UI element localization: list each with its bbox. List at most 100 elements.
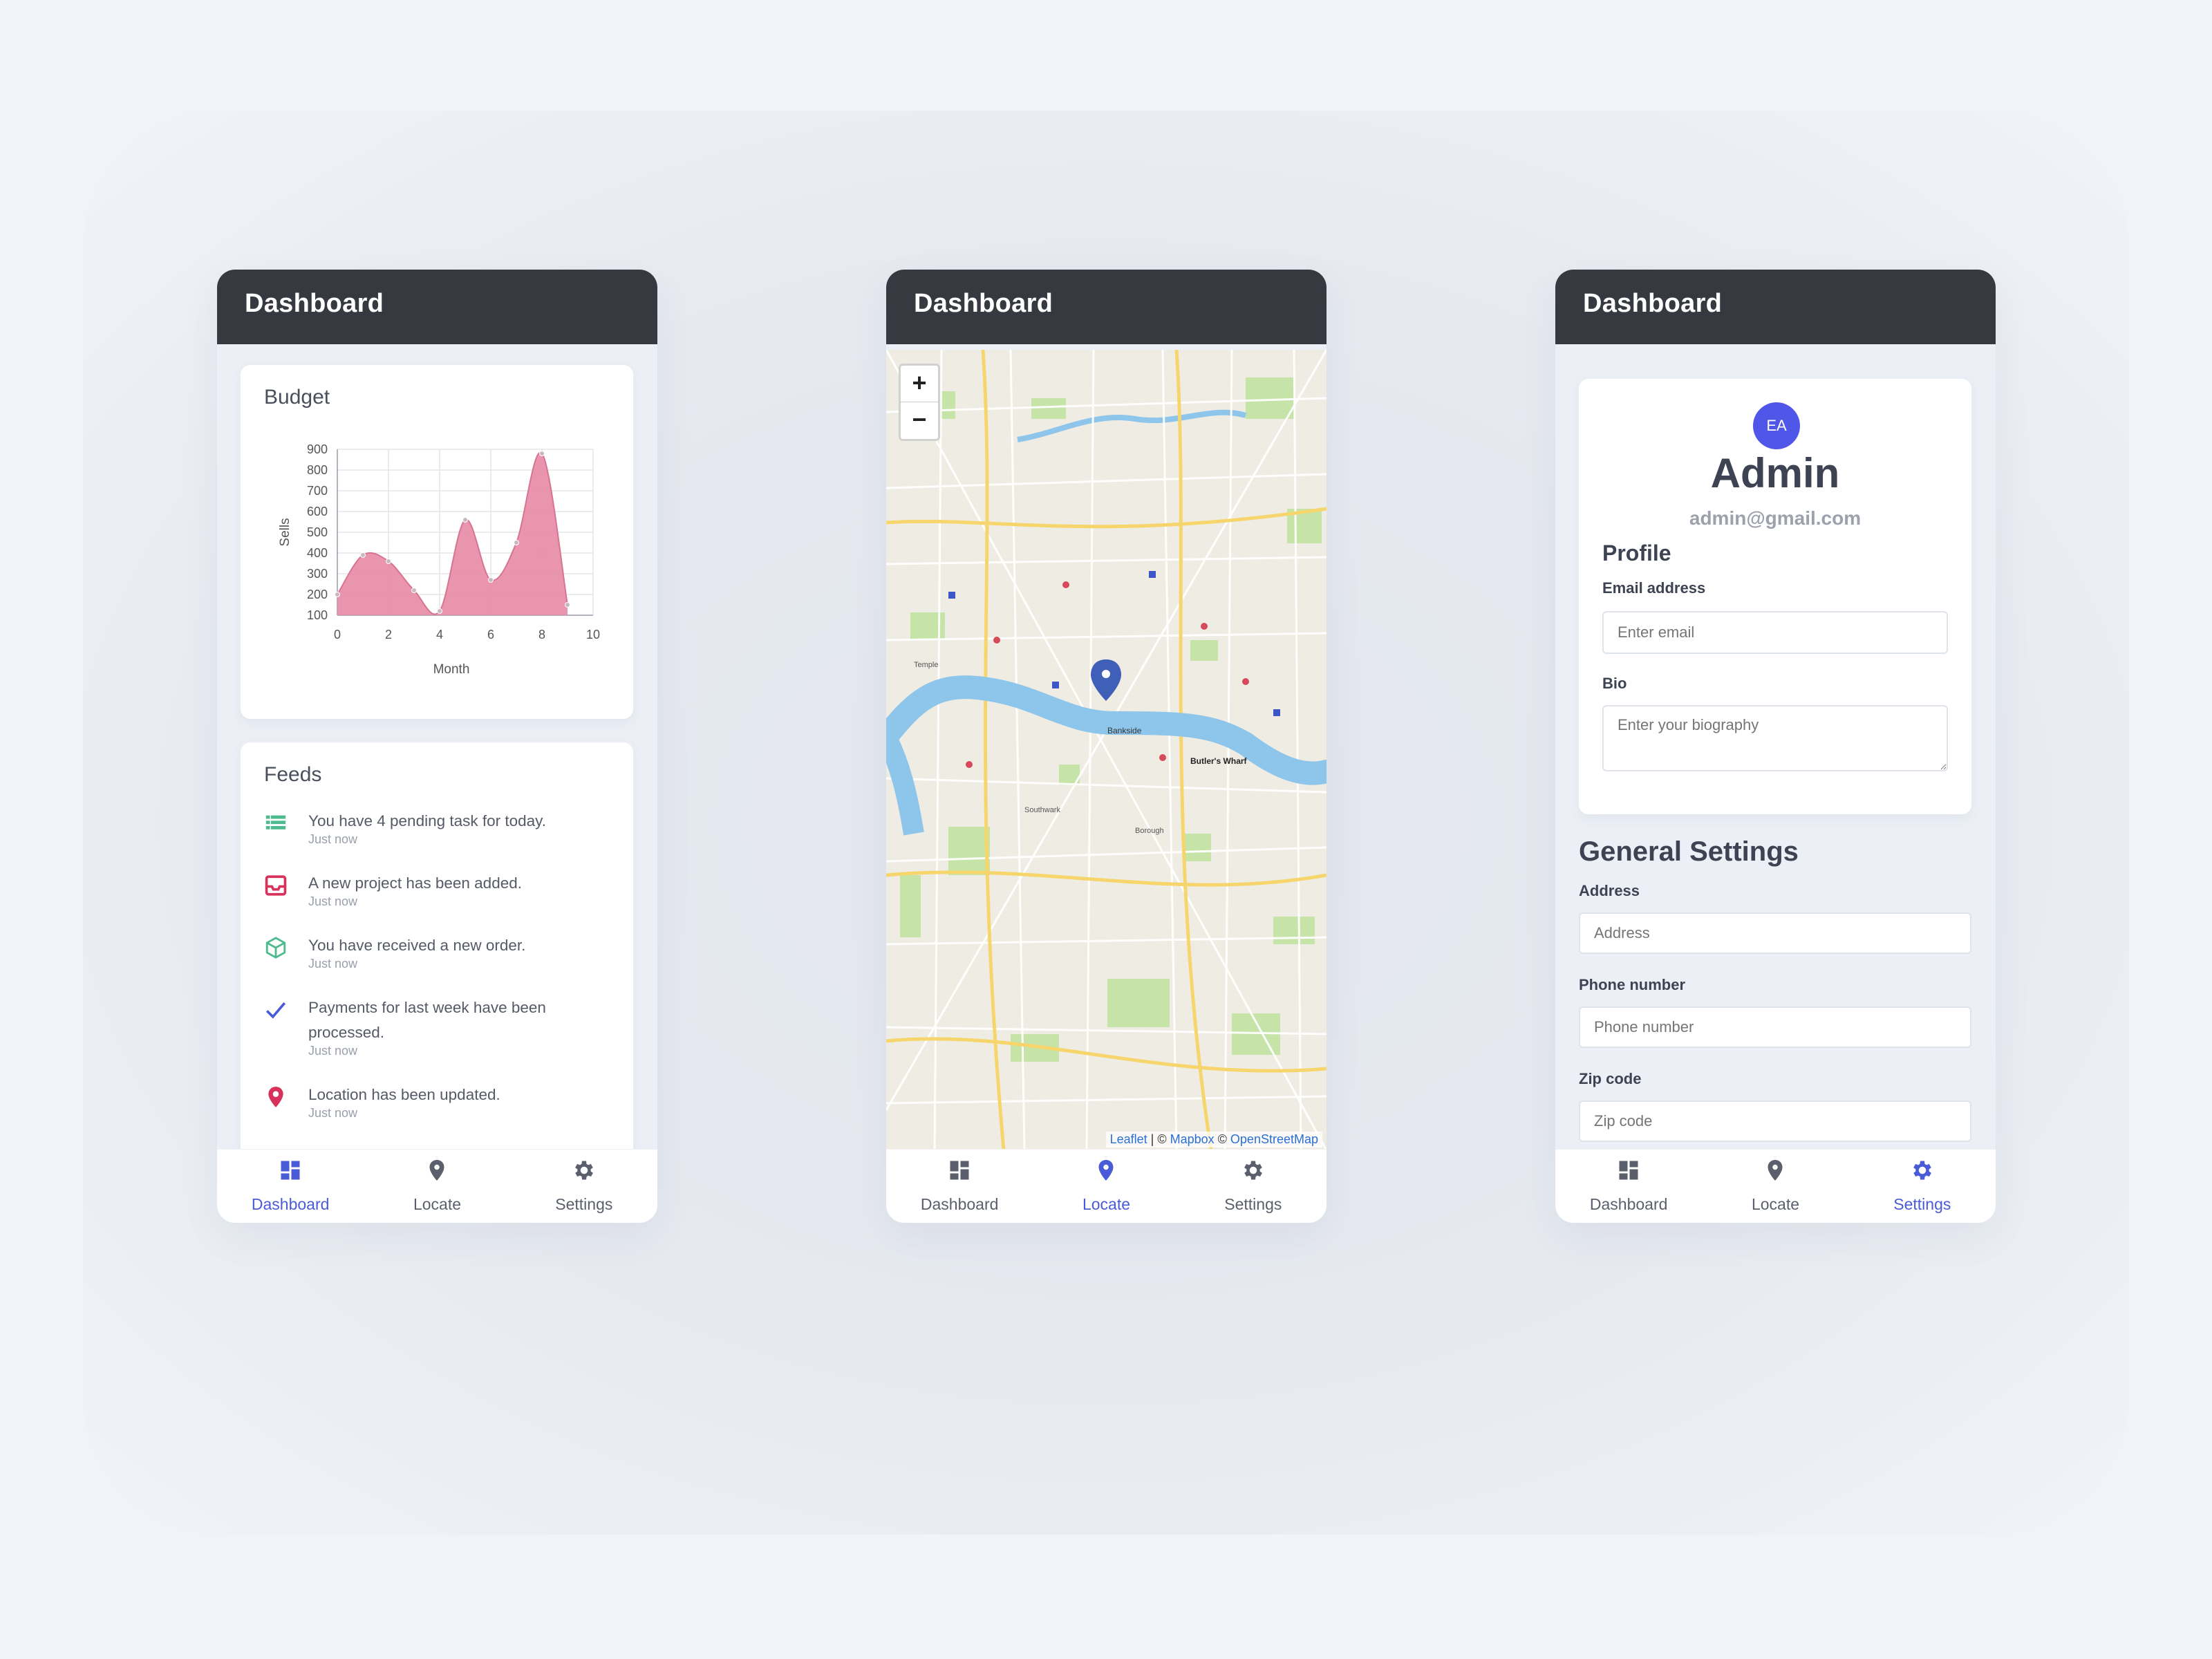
mapbox-link[interactable]: Mapbox (1170, 1132, 1215, 1146)
x-tick-label: 0 (334, 628, 341, 641)
feed-time: Just now (308, 832, 358, 846)
map-label: Southwark (1024, 806, 1060, 814)
feeds-title: Feeds (264, 763, 322, 786)
location-pin-icon (268, 1087, 283, 1107)
map-view[interactable]: + − Leaflet | © Mapbox © OpenStreetMap B… (886, 350, 1327, 1150)
bottom-navigation: Dashboard Locate Settings (1555, 1149, 1996, 1223)
dashboard-icon (1619, 1161, 1638, 1180)
series-area (337, 452, 568, 615)
phone-input[interactable] (1579, 1006, 1971, 1048)
feeds-card: Feeds You have 4 pending task for today.… (241, 742, 633, 1185)
profile-email: admin@gmail.com (1689, 507, 1862, 529)
avatar: EA (1753, 402, 1800, 449)
location-pin-icon (1098, 1160, 1114, 1181)
nav-settings[interactable]: Settings (1849, 1150, 1996, 1223)
gear-icon (1913, 1161, 1931, 1180)
x-tick-label: 6 (487, 628, 494, 641)
map-label: Bankside (1107, 726, 1142, 735)
y-tick-label: 900 (307, 442, 328, 456)
nav-dashboard[interactable]: Dashboard (1555, 1150, 1702, 1223)
check-icon (265, 1002, 286, 1019)
y-axis-label: Sells (278, 518, 292, 546)
app-header: Dashboard (1555, 270, 1996, 344)
list-icon (265, 814, 286, 830)
bio-label: Bio (1602, 675, 1627, 692)
data-point (386, 559, 391, 564)
box-icon (265, 937, 286, 959)
attribution-separator: © (1214, 1132, 1230, 1146)
nav-label: Dashboard (251, 1195, 330, 1213)
map-label: Temple (914, 661, 939, 669)
nav-locate[interactable]: Locate (364, 1150, 510, 1223)
data-point (488, 577, 494, 583)
x-tick-label: 4 (436, 628, 443, 641)
y-tick-label: 400 (307, 546, 328, 560)
email-field[interactable] (1602, 611, 1948, 654)
map-label: Borough (1135, 827, 1164, 835)
bio-textarea[interactable] (1602, 705, 1948, 771)
feed-time: Just now (308, 1106, 358, 1120)
feed-time: Just now (308, 1044, 358, 1058)
gear-icon (574, 1161, 593, 1180)
gear-icon (1244, 1161, 1262, 1180)
data-point (411, 588, 417, 593)
y-tick-label: 800 (307, 463, 328, 477)
zoom-out-button[interactable]: − (901, 402, 938, 438)
feed-text: Payments for last week have been process… (308, 999, 546, 1041)
feed-text: You have 4 pending task for today. (308, 812, 547, 830)
y-tick-label: 700 (307, 484, 328, 498)
page-title: Dashboard (245, 289, 384, 318)
phone-settings-screen: Dashboard EA Admin admin@gmail.com Profi… (1555, 270, 1996, 1223)
y-tick-label: 200 (307, 588, 328, 601)
nav-settings[interactable]: Settings (1180, 1150, 1327, 1223)
feed-text: Location has been updated. (308, 1086, 500, 1103)
nav-label: Settings (1224, 1195, 1282, 1213)
nav-settings[interactable]: Settings (511, 1150, 657, 1223)
address-input[interactable] (1579, 912, 1971, 954)
inbox-icon (265, 875, 287, 896)
leaflet-link[interactable]: Leaflet (1110, 1132, 1147, 1146)
phone-label: Phone number (1579, 976, 1686, 993)
profile-heading: Profile (1602, 541, 1671, 565)
openstreetmap-link[interactable]: OpenStreetMap (1230, 1132, 1318, 1146)
feed-text: You have received a new order. (308, 937, 526, 954)
zoom-in-button[interactable]: + (901, 366, 938, 402)
page-title: Dashboard (914, 289, 1053, 318)
y-tick-label: 100 (307, 608, 328, 622)
nav-locate[interactable]: Locate (1702, 1150, 1848, 1223)
dashboard-icon (281, 1161, 300, 1180)
page-title: Dashboard (1583, 289, 1723, 318)
nav-label: Settings (1893, 1195, 1951, 1213)
nav-dashboard[interactable]: Dashboard (217, 1150, 364, 1223)
nav-label: Settings (555, 1195, 613, 1213)
x-tick-label: 10 (586, 628, 600, 641)
data-point (462, 517, 468, 523)
attribution-separator: | © (1147, 1132, 1170, 1146)
map-label: Butler's Wharf (1190, 756, 1247, 766)
zip-label: Zip code (1579, 1070, 1642, 1087)
x-tick-label: 8 (538, 628, 545, 641)
map-attribution: Leaflet | © Mapbox © OpenStreetMap (1105, 1132, 1322, 1147)
zip-input[interactable] (1579, 1100, 1971, 1142)
budget-title: Budget (264, 386, 330, 409)
nav-locate[interactable]: Locate (1033, 1150, 1179, 1223)
data-point (437, 608, 442, 614)
bottom-navigation: Dashboard Locate Settings (886, 1149, 1327, 1223)
phone-dashboard-screen: Dashboard Budget 100 200 300 400 500 600 700 80… (217, 270, 657, 1223)
nav-dashboard[interactable]: Dashboard (886, 1150, 1033, 1223)
zoom-control: + − (899, 364, 940, 441)
y-tick-label: 500 (307, 525, 328, 539)
bottom-navigation: Dashboard Locate Settings (217, 1149, 657, 1223)
email-label: Email address (1602, 579, 1706, 597)
y-tick-label: 300 (307, 567, 328, 581)
feed-time: Just now (308, 894, 358, 908)
x-axis-label: Month (433, 662, 470, 677)
budget-chart: 100 200 300 400 500 600 700 800 900 0 2 4 6 8 10 Month S… (278, 442, 600, 677)
nav-label: Locate (1082, 1195, 1131, 1213)
feed-text: A new project has been added. (308, 874, 522, 892)
general-settings-heading: General Settings (1579, 836, 1799, 867)
profile-card: EA Admin admin@gmail.com Profile Email a… (1579, 379, 1971, 814)
map-tiles (886, 350, 1327, 1150)
location-pin-icon (1768, 1160, 1783, 1181)
data-point (514, 540, 519, 545)
